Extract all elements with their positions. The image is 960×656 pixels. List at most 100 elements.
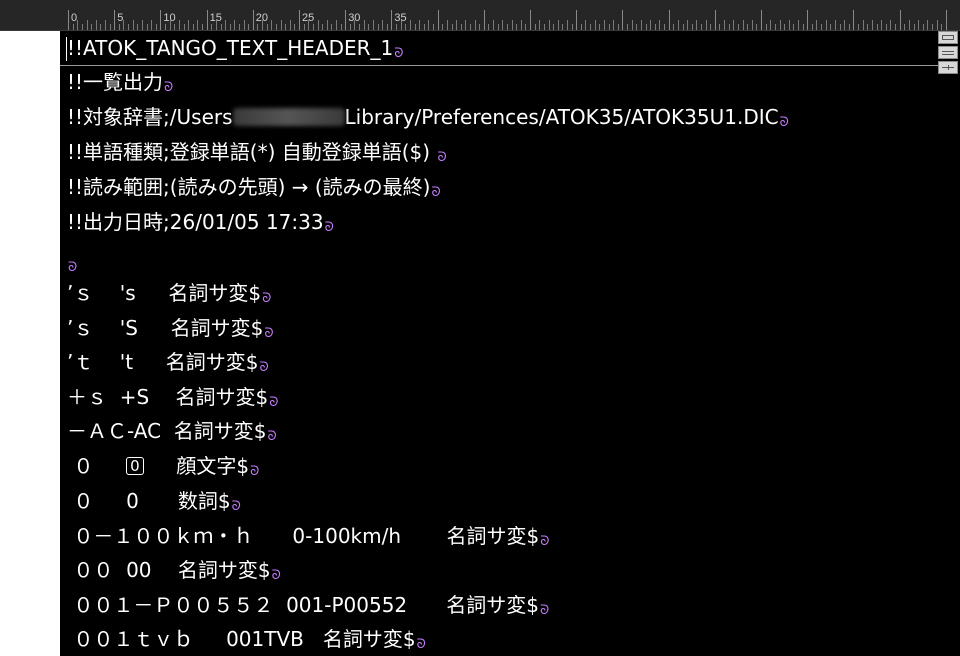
ruler-tick [229,24,231,30]
ruler-tick [580,24,582,30]
ruler-tick [867,24,869,30]
ruler-tick [622,10,624,30]
ruler-tick [105,20,106,30]
ruler-tick [664,24,665,30]
ruler-tick [904,24,906,30]
ruler-tick [557,20,559,30]
ruler-tick [737,24,739,30]
ruler-tick [396,24,397,30]
ruler-tick [483,10,485,30]
ruler-tick [128,24,130,30]
ruler-tick [109,24,111,30]
return-mark-icon: ᘐ [250,464,260,479]
ruler-tick [252,10,254,30]
ruler-tick [151,20,153,30]
ruler-tick [359,24,361,30]
ruler-tick [303,24,305,30]
ruler-tick [86,20,88,30]
ruler-tick [220,24,222,30]
line-text: ００１ｔｖｂ 001TVB 名詞サ変$ [67,627,416,651]
ruler-tick [493,20,494,30]
ruler-tick [294,24,296,30]
editor-line: ’ｓ 'S 名詞サ変$ᘐ [67,311,274,345]
ruler-tick [631,20,633,30]
editor-line: !!出力日時;26/01/05 17:33ᘐ [67,205,334,239]
ruler-tick [553,24,555,30]
ruler-tick [599,24,601,30]
ruler-tick [289,20,291,30]
line-text: !!一覧出力 [67,70,164,94]
line-text: ’ｔ 't 名詞サ変$ [67,350,259,374]
ruler-label: 30 [348,12,361,24]
ruler-tick [202,24,203,30]
line-text: !!読み範囲;(読みの先頭) → (読みの最終) [67,175,431,199]
ruler-tick [225,20,227,30]
ruler-tick [747,24,749,30]
ruler-tick [211,24,213,30]
ruler-label: 0 [71,12,78,24]
ruler-tick [275,24,277,30]
ruler-tick [705,20,707,30]
ruler-tick [257,24,259,30]
single-view-button[interactable] [938,31,958,44]
ruler-tick [802,24,804,30]
ruler-tick [183,24,185,30]
ruler-label: 35 [394,12,407,24]
return-mark-icon: ᘐ [267,429,277,444]
return-mark-icon: ᘐ [394,46,404,61]
editor-line: ００１－Ｐ００５５２ 001-P00552 名詞サ変$ᘐ [67,588,549,622]
left-margin [0,31,60,656]
ruler-tick [285,24,287,30]
ruler-tick [590,24,592,30]
ruler-tick [571,24,573,30]
editor-line: ＋ｓ +S 名詞サ変$ᘐ [67,380,278,414]
ruler-tick [724,20,725,30]
editor-line: ００ 00 名詞サ変$ᘐ [67,553,280,587]
ruler-tick [798,20,799,30]
ruler-tick [811,24,813,30]
ruler-label: 25 [302,12,315,24]
ruler-tick [368,24,370,30]
vertical-split-button[interactable] [938,61,958,74]
return-mark-icon: ᘐ [540,534,550,549]
boxed-character: 0 [126,457,144,475]
line-text: 顔文字$ [143,454,250,478]
ruler-tick [525,24,527,30]
ruler-tick [317,20,319,30]
ruler-label: 15 [209,12,222,24]
ruler-tick [460,24,462,30]
ruler-tick [516,24,518,30]
ruler-tick [428,20,430,30]
line-text: Library/Preferences/ATOK35/ATOK35U1.DIC [344,105,779,129]
ruler-tick [640,20,642,30]
horizontal-split-button[interactable] [938,46,958,59]
ruler-tick [677,20,679,30]
ruler-tick [945,10,947,30]
ruler-tick [779,20,781,30]
ruler-tick [446,20,448,30]
ruler-tick [391,10,393,30]
ruler-tick [331,24,333,30]
ruler-tick [636,24,638,30]
ruler-tick [100,24,102,30]
ruler-tick [668,10,670,30]
ruler-tick [266,24,268,30]
ruler-tick [451,24,453,30]
ruler-tick [511,20,513,30]
ruler-tick [931,24,933,30]
ruler-tick [659,20,661,30]
ruler-tick [137,24,139,30]
return-mark-icon: ᘐ [539,603,550,618]
ruler-tick [784,24,786,30]
current-line-underline [60,65,938,66]
ruler-tick [742,20,744,30]
editor-line: ０－１００ｋｍ・ｈ 0-100km/h 名詞サ変$ᘐ [67,519,549,553]
ruler-tick [765,24,767,30]
ruler-tick [876,24,878,30]
ruler-tick [141,20,143,30]
editor-text-area[interactable]: !!ATOK_TANGO_TEXT_HEADER_1ᘐ !!一覧出力ᘐ !!対象… [60,31,960,656]
ruler-tick [899,10,901,30]
ruler-tick [165,24,166,30]
editor-line: ’ｓ 's 名詞サ変$ᘐ [67,276,271,310]
ruler-tick [340,24,342,30]
